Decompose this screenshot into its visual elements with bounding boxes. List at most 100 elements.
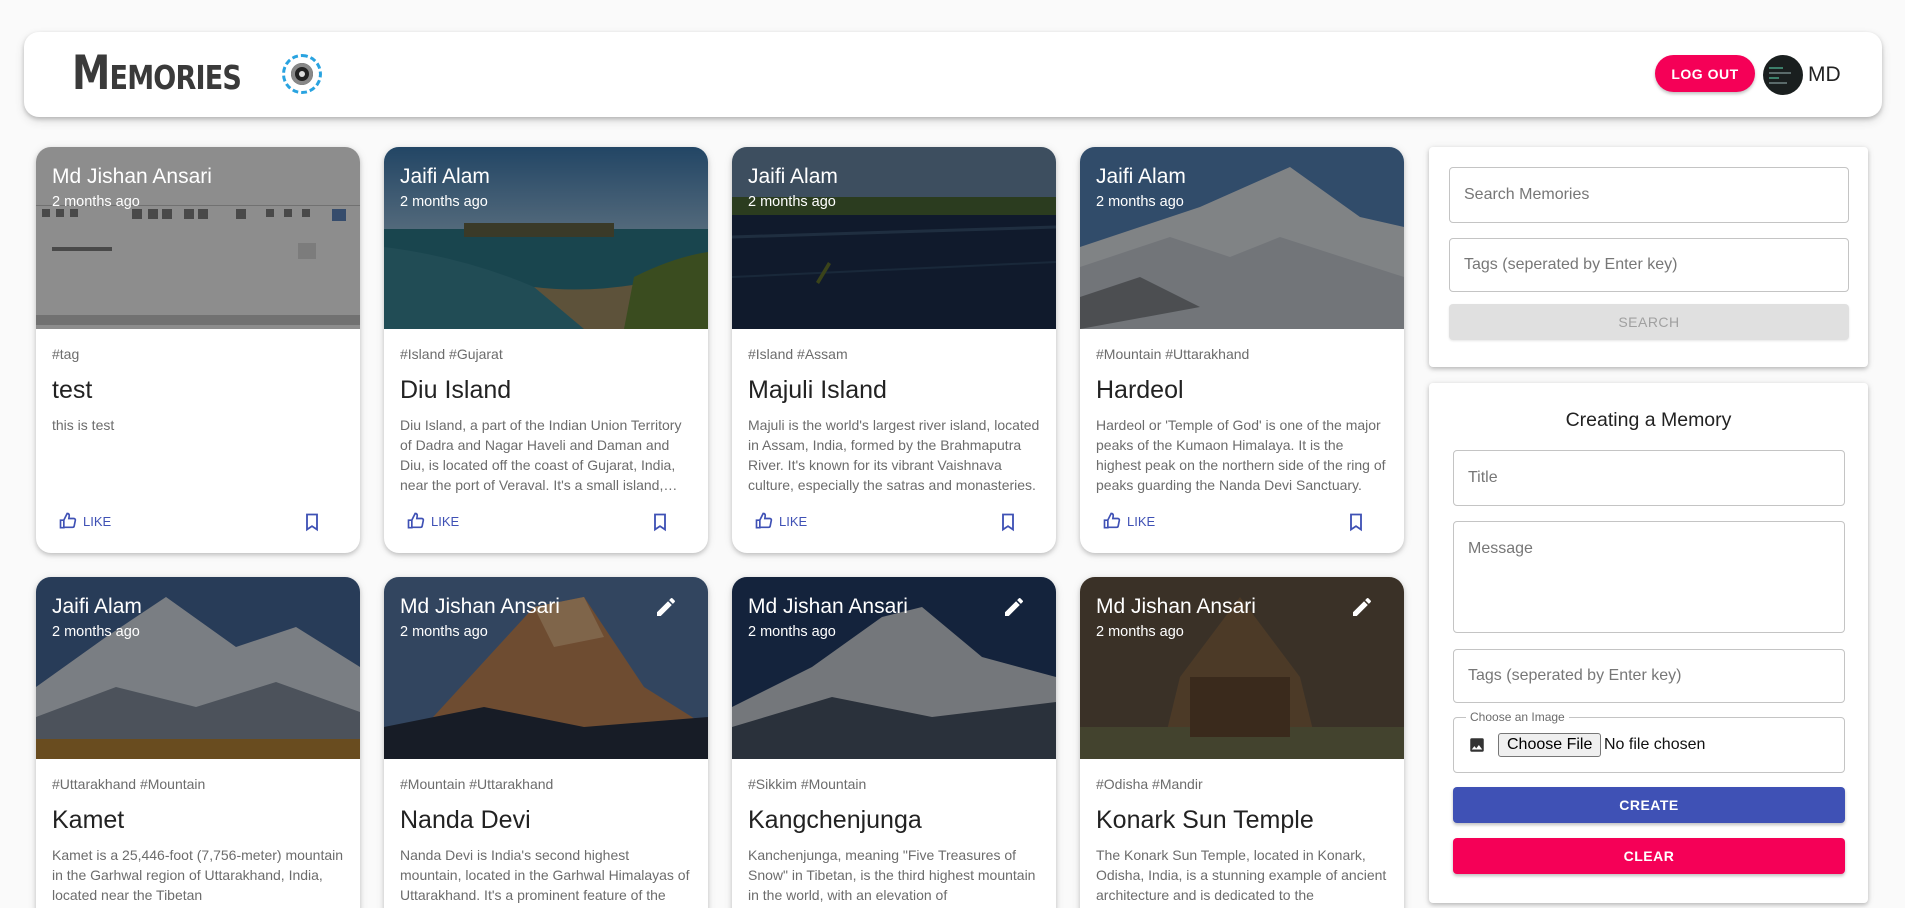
post-message: Kanchenjunga, meaning "Five Treasures of… [748, 847, 1036, 903]
no-file-text: No file chosen [1604, 736, 1706, 753]
search-placeholder: Search Memories [1464, 186, 1590, 203]
post-image: Jaifi Alam 2 months ago [36, 577, 360, 759]
post-creator: Md Jishan Ansari [52, 165, 212, 188]
camera-lens-icon [282, 53, 322, 94]
post-creator: Md Jishan Ansari [1096, 595, 1256, 618]
post-tags: #Island #Assam [748, 346, 848, 362]
post-card: Md Jishan Ansari 2 months ago #Sikkim #M… [732, 577, 1056, 908]
clear-button[interactable]: CLEAR [1453, 838, 1845, 874]
title-placeholder: Title [1468, 469, 1498, 486]
post-image: Jaifi Alam 2 months ago [732, 147, 1056, 329]
post-title: Nanda Devi [400, 806, 531, 834]
like-label: LIKE [431, 513, 460, 529]
edit-icon[interactable] [1350, 595, 1374, 619]
post-title: test [52, 376, 93, 404]
bookmark-icon[interactable] [302, 511, 322, 533]
post-card: Md Jishan Ansari 2 months ago #tag test … [36, 147, 360, 553]
post-tags: #Sikkim #Mountain [748, 776, 867, 792]
thumb-up-icon [407, 512, 425, 529]
post-image: Jaifi Alam 2 months ago [1080, 147, 1404, 329]
post-message: The Konark Sun Temple, located in Konark… [1096, 847, 1387, 903]
post-title: Konark Sun Temple [1096, 806, 1314, 834]
search-input[interactable]: Search Memories [1449, 167, 1849, 223]
like-button[interactable]: LIKE [58, 511, 111, 531]
bookmark-icon[interactable] [998, 511, 1018, 533]
like-label: LIKE [83, 513, 112, 529]
post-tags: #tag [52, 346, 80, 362]
like-button[interactable]: LIKE [406, 511, 459, 531]
thumb-up-icon [59, 512, 77, 529]
post-title: Hardeol [1096, 376, 1184, 404]
post-title: Kangchenjunga [748, 806, 922, 834]
form-heading: Creating a Memory [1565, 409, 1732, 431]
image-upload-field: Choose an Image Choose File No file chos… [1453, 710, 1845, 773]
post-image: Md Jishan Ansari 2 months ago [384, 577, 708, 759]
bookmark-icon[interactable] [1346, 511, 1366, 533]
post-time: 2 months ago [400, 624, 488, 640]
post-card: Jaifi Alam 2 months ago #Island #Gujarat… [384, 147, 708, 553]
like-label: LIKE [1127, 513, 1156, 529]
tags-input[interactable]: Tags (seperated by Enter key) [1453, 649, 1845, 703]
image-upload-legend: Choose an Image [1466, 710, 1569, 724]
search-button[interactable]: SEARCH [1449, 304, 1849, 340]
thumb-up-icon [1103, 512, 1121, 529]
image-icon [1470, 738, 1484, 752]
post-time: 2 months ago [400, 194, 488, 210]
user-name: MD [1808, 63, 1841, 86]
post-image: Md Jishan Ansari 2 months ago [1080, 577, 1404, 759]
post-image: Jaifi Alam 2 months ago [384, 147, 708, 329]
post-time: 2 months ago [748, 194, 836, 210]
edit-icon[interactable] [1002, 595, 1026, 619]
brand[interactable]: Memories [72, 46, 322, 101]
thumb-up-icon [755, 512, 773, 529]
post-card: Jaifi Alam 2 months ago #Mountain #Uttar… [1080, 147, 1404, 553]
post-title: Majuli Island [748, 376, 887, 404]
create-button[interactable]: CREATE [1453, 787, 1845, 823]
tags-placeholder: Tags (seperated by Enter key) [1468, 667, 1682, 684]
title-input[interactable]: Title [1453, 450, 1845, 506]
post-time: 2 months ago [748, 624, 836, 640]
message-placeholder: Message [1468, 540, 1533, 557]
post-message: Majuli is the world's largest river isla… [748, 417, 1040, 493]
post-creator: Md Jishan Ansari [748, 595, 908, 618]
post-time: 2 months ago [1096, 194, 1184, 210]
post-tags: #Uttarakhand #Mountain [52, 776, 206, 792]
edit-icon[interactable] [654, 595, 678, 619]
post-time: 2 months ago [1096, 624, 1184, 640]
post-time: 2 months ago [52, 194, 140, 210]
post-creator: Jaifi Alam [400, 165, 490, 188]
like-button[interactable]: LIKE [1102, 511, 1155, 531]
post-card: Jaifi Alam 2 months ago #Uttarakhand #Mo… [36, 577, 360, 908]
post-creator: Jaifi Alam [1096, 165, 1186, 188]
post-time: 2 months ago [52, 624, 140, 640]
bookmark-icon[interactable] [650, 511, 670, 533]
like-button[interactable]: LIKE [754, 511, 807, 531]
post-tags: #Mountain #Uttarakhand [400, 776, 554, 792]
post-title: Diu Island [400, 376, 512, 404]
post-image: Md Jishan Ansari 2 months ago [732, 577, 1056, 759]
post-image: Md Jishan Ansari 2 months ago [36, 147, 360, 329]
post-card: Jaifi Alam 2 months ago #Island #Assam M… [732, 147, 1056, 553]
search-tags-placeholder: Tags (seperated by Enter key) [1464, 256, 1678, 273]
memory-form: Creating a Memory Title Message Tags (se… [1429, 383, 1868, 903]
app-bar: Memories [24, 32, 1882, 117]
brand-title[interactable]: Memories [72, 46, 244, 101]
post-tags: #Island #Gujarat [400, 346, 503, 362]
post-message: Hardeol or 'Temple of God' is one of the… [1096, 417, 1386, 493]
logout-button[interactable]: LOG OUT [1655, 55, 1755, 92]
post-creator: Jaifi Alam [52, 595, 142, 618]
search-tags-input[interactable]: Tags (seperated by Enter key) [1449, 238, 1849, 292]
post-creator: Jaifi Alam [748, 165, 838, 188]
like-label: LIKE [779, 513, 808, 529]
post-tags: #Odisha #Mandir [1096, 776, 1203, 792]
message-textarea[interactable]: Message [1453, 521, 1845, 633]
post-message: Diu Island, a part of the Indian Union T… [400, 417, 682, 493]
post-card: Md Jishan Ansari 2 months ago #Odisha #M… [1080, 577, 1404, 908]
search-panel: Search Memories Tags (seperated by Enter… [1429, 147, 1868, 367]
post-message: this is test [52, 417, 115, 433]
choose-file-button[interactable]: Choose File [1498, 733, 1602, 757]
post-card: Md Jishan Ansari 2 months ago #Mountain … [384, 577, 708, 908]
post-tags: #Mountain #Uttarakhand [1096, 346, 1250, 362]
avatar[interactable] [1763, 55, 1803, 95]
post-title: Kamet [52, 806, 125, 834]
